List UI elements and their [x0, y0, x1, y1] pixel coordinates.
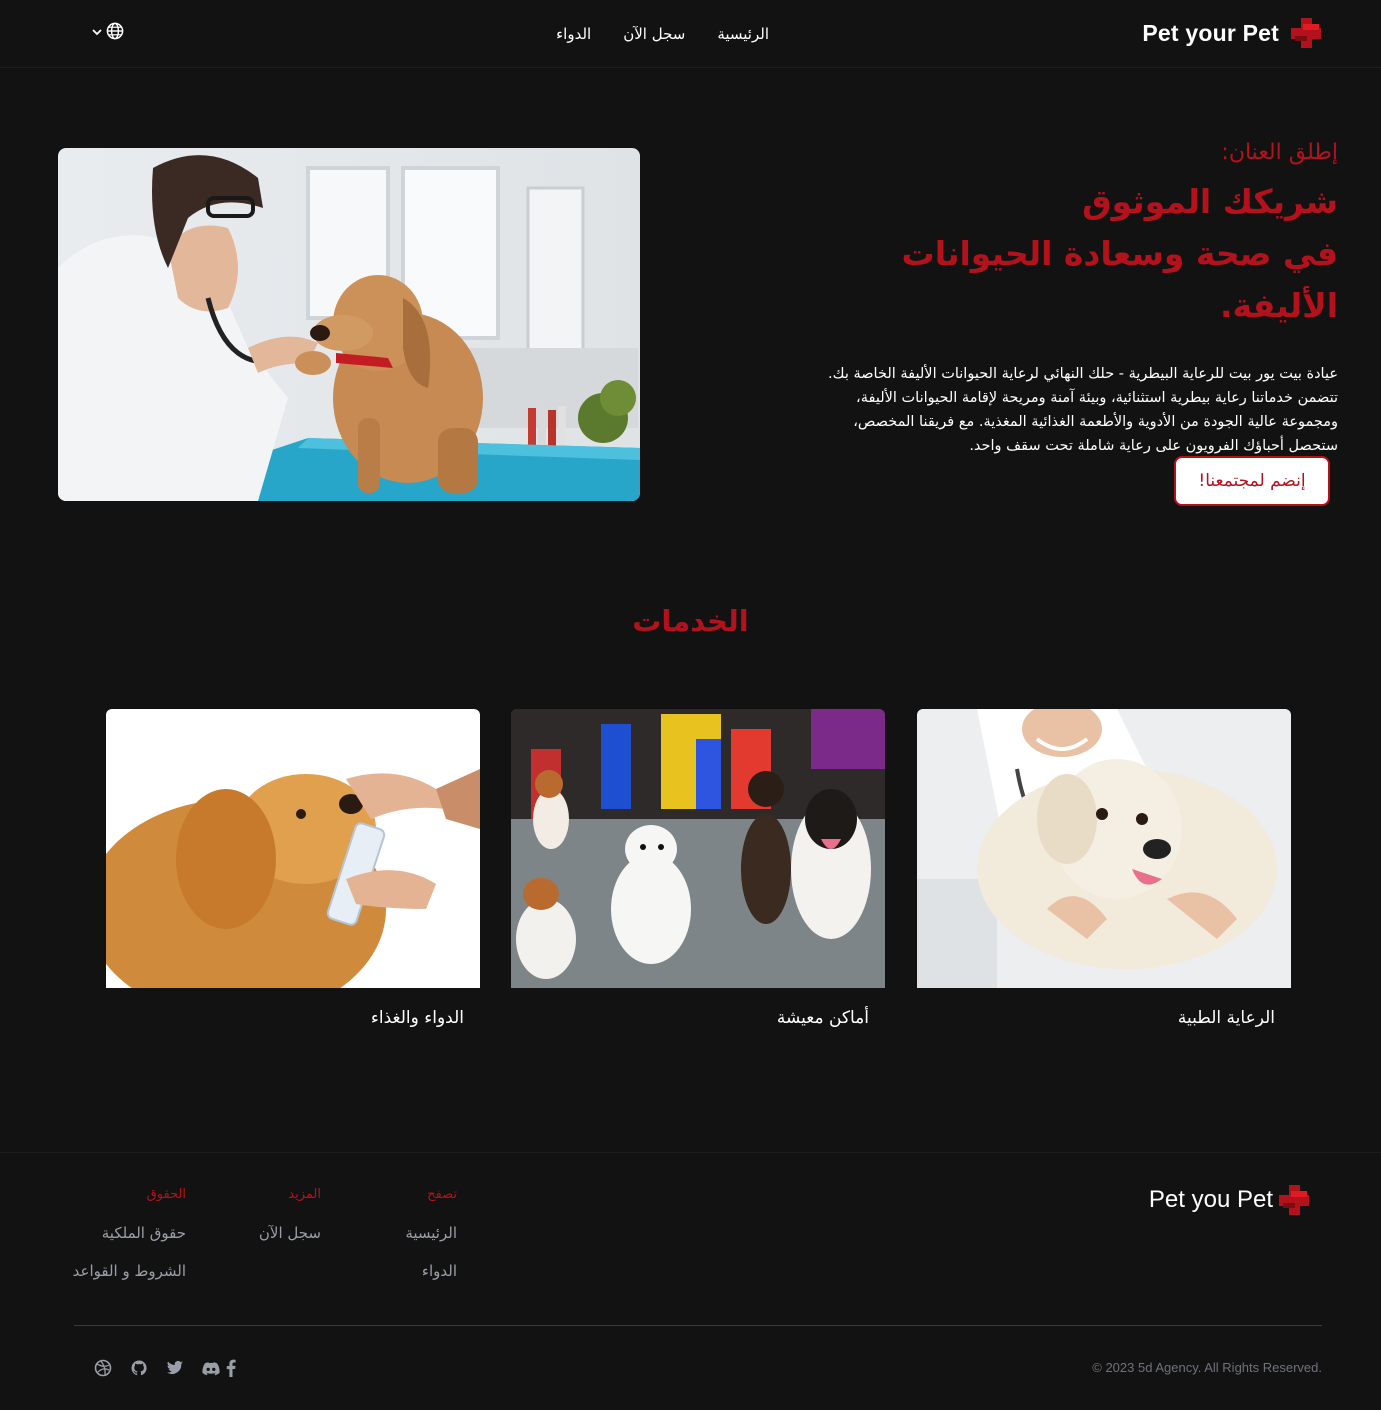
hero-description: عيادة بيت يور بيت للرعاية البيطرية - حلك… — [778, 362, 1338, 458]
medical-cross-icon — [1277, 1183, 1311, 1217]
living-spaces-image — [511, 709, 885, 988]
join-community-button[interactable]: إنضم لمجتمعنا! — [1174, 456, 1330, 506]
site-header: Pet your Pet الرئيسية سجل الآن الدواء — [0, 0, 1381, 68]
footer-brand-link[interactable]: Pet you Pet — [1149, 1183, 1311, 1217]
nav-medicine[interactable]: الدواء — [556, 25, 591, 43]
hero-title-line-1: شريكك الموثوق — [1082, 182, 1338, 221]
footer-link-medicine[interactable]: الدواء — [405, 1262, 457, 1280]
hero-title-line-2: في صحة وسعادة الحيوانات الأليفة. — [901, 234, 1338, 325]
hero-vet-dog-image — [58, 148, 640, 501]
language-selector[interactable] — [92, 22, 124, 44]
brand-logo-link[interactable]: Pet your Pet — [1142, 15, 1323, 51]
medicine-food-image — [106, 709, 480, 988]
hero-description-line: عيادة بيت يور بيت للرعاية البيطرية - حلك… — [828, 366, 1338, 382]
medical-care-image — [917, 709, 1291, 988]
hero-eyebrow: إطلق العنان: — [1221, 140, 1338, 165]
discord-icon[interactable] — [202, 1361, 220, 1380]
service-card-medical-care[interactable]: الرعاية الطبية — [917, 709, 1291, 1028]
service-card-living-spaces[interactable]: أماكن معيشة — [511, 709, 885, 1028]
hero-description-line: تتضمن خدماتنا رعاية بيطرية استثنائية، وب… — [856, 390, 1338, 406]
footer-link-terms[interactable]: الشروط و القواعد — [73, 1262, 186, 1280]
footer-link-register[interactable]: سجل الآن — [259, 1224, 321, 1242]
hero-title: شريكك الموثوق في صحة وسعادة الحيوانات ال… — [778, 176, 1338, 332]
brand-name: Pet your Pet — [1142, 19, 1279, 46]
twitter-icon[interactable] — [166, 1360, 184, 1380]
main-nav: الرئيسية سجل الآن الدواء — [549, 22, 769, 46]
footer-divider — [74, 1325, 1322, 1326]
social-links — [94, 1359, 236, 1381]
facebook-icon[interactable] — [226, 1359, 236, 1381]
chevron-down-icon — [92, 26, 102, 39]
footer-link-home[interactable]: الرئيسية — [405, 1224, 457, 1242]
nav-home[interactable]: الرئيسية — [717, 25, 769, 43]
service-label: الدواء والغذاء — [370, 1008, 464, 1028]
site-footer: Pet you Pet تصفح الرئيسية الدواء المزيد … — [0, 1152, 1381, 1410]
footer-link-copyright[interactable]: حقوق الملكية — [73, 1224, 186, 1242]
footer-heading: الحقوق — [146, 1187, 186, 1202]
footer-brand-name: Pet you Pet — [1148, 1186, 1273, 1213]
service-label: الرعاية الطبية — [1177, 1008, 1275, 1028]
footer-heading: المزيد — [288, 1187, 321, 1202]
medical-cross-icon — [1289, 16, 1323, 50]
nav-register[interactable]: سجل الآن — [623, 25, 685, 43]
footer-column-more: المزيد سجل الآن — [259, 1187, 321, 1242]
dribbble-icon[interactable] — [94, 1359, 112, 1381]
hero-description-line: ستحصل أحباؤك الفرويون على رعاية شاملة تح… — [969, 438, 1338, 454]
github-icon[interactable] — [130, 1359, 148, 1381]
hero-description-line: ومجموعة عالية الجودة من الأدوية والأطعمة… — [853, 414, 1338, 430]
services-title: الخدمات — [632, 604, 749, 638]
footer-column-rights: الحقوق حقوق الملكية الشروط و القواعد — [73, 1187, 186, 1280]
footer-heading: تصفح — [427, 1187, 457, 1202]
service-label: أماكن معيشة — [776, 1008, 869, 1028]
service-card-medicine-food[interactable]: الدواء والغذاء — [106, 709, 480, 1028]
globe-icon — [106, 22, 124, 44]
hero-text-block: إطلق العنان: شريكك الموثوق في صحة وسعادة… — [778, 138, 1338, 458]
copyright-text: © 2023 5d Agency. All Rights Reserved. — [1092, 1360, 1322, 1375]
footer-column-browse: تصفح الرئيسية الدواء — [405, 1187, 457, 1280]
